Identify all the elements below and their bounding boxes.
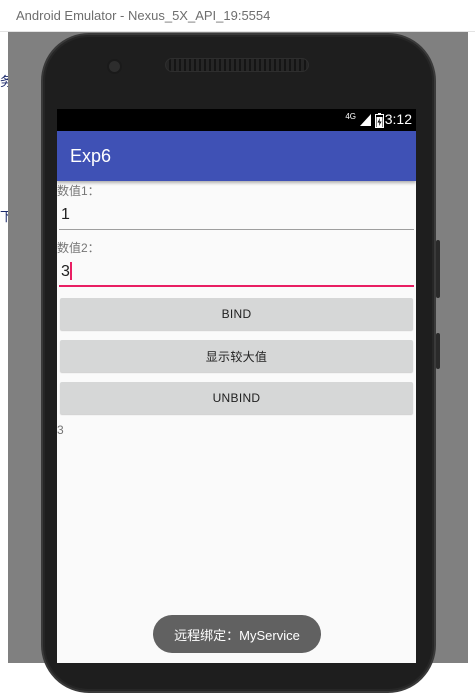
window-title: Android Emulator - Nexus_5X_API_19:5554 <box>16 8 271 23</box>
app-bar: Exp6 <box>57 131 416 181</box>
toast-message: 远程绑定：MyService <box>153 615 321 653</box>
value2-text: 3 <box>61 263 70 280</box>
value1-text: 1 <box>61 206 70 223</box>
earpiece-speaker <box>165 58 309 72</box>
network-type-label: 4G <box>345 112 356 121</box>
status-time: 3:12 <box>384 111 412 127</box>
signal-icon <box>360 114 371 126</box>
bind-button[interactable]: BIND <box>60 298 413 330</box>
front-camera-icon <box>109 61 120 72</box>
result-text: 3 <box>57 423 64 437</box>
value2-label: 数值2： <box>57 241 100 255</box>
status-icons: 4G <box>345 112 384 128</box>
show-max-button[interactable]: 显示较大值 <box>60 340 413 372</box>
unbind-button[interactable]: UNBIND <box>60 382 413 414</box>
volume-button[interactable] <box>436 240 440 298</box>
background-text-fragment: 下 <box>0 209 8 224</box>
emulator-title-bar: Android Emulator - Nexus_5X_API_19:5554 <box>0 0 475 32</box>
background-text-fragment: 务 <box>0 74 8 89</box>
power-button[interactable] <box>436 333 440 369</box>
value1-label: 数值1： <box>57 184 100 198</box>
value1-input[interactable]: 1 <box>59 200 414 230</box>
battery-icon <box>375 112 384 128</box>
app-title: Exp6 <box>70 146 112 166</box>
device-screen: 4G 3:12 Exp6 数值1： 1 数值2： 3 BIND 显示较大值 UN… <box>57 109 416 663</box>
status-bar: 4G 3:12 <box>57 109 416 131</box>
text-cursor <box>70 262 72 280</box>
value2-input[interactable]: 3 <box>59 257 414 287</box>
